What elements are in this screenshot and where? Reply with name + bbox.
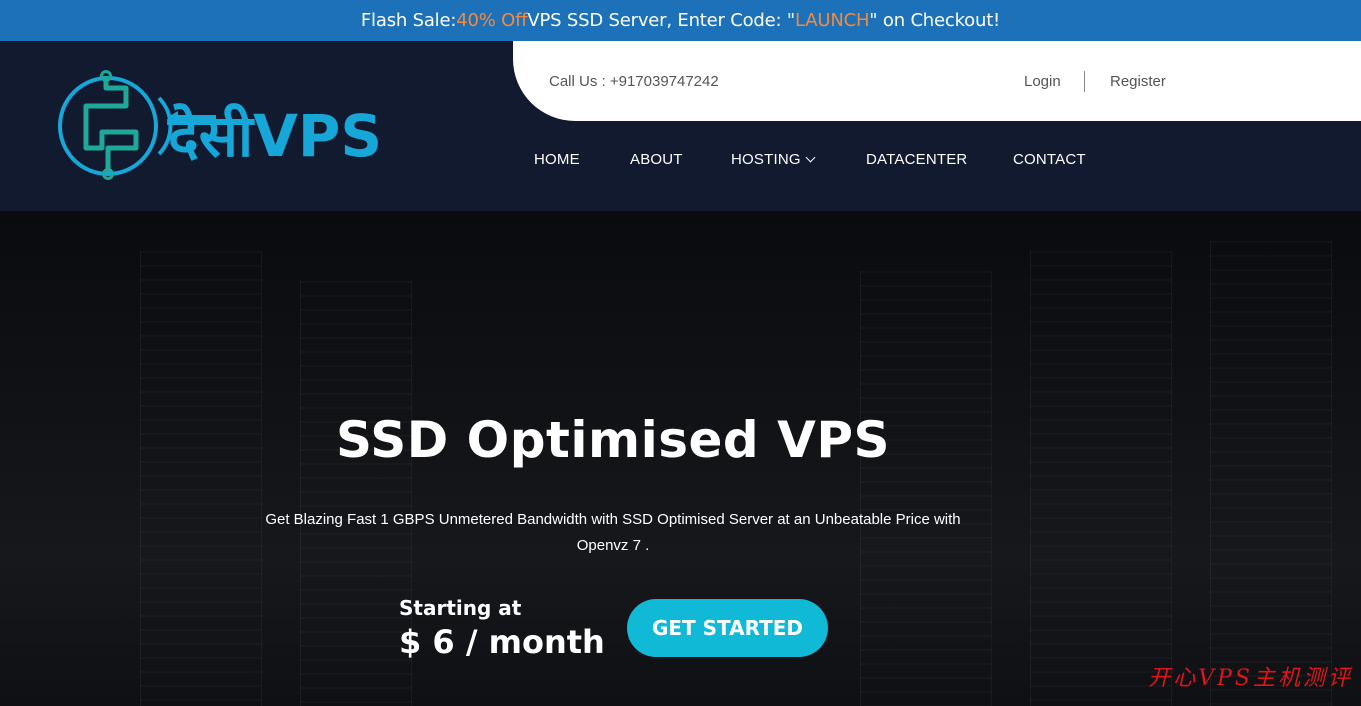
register-link[interactable]: Register xyxy=(1110,73,1166,90)
flash-code: LAUNCH xyxy=(794,10,870,31)
flash-suffix: " on Checkout! xyxy=(869,10,1001,31)
server-rack-bg xyxy=(860,271,992,706)
site-logo[interactable]: देसीVPS xyxy=(56,70,388,187)
topbar-divider xyxy=(1084,71,1085,92)
hero-subtitle: Get Blazing Fast 1 GBPS Unmetered Bandwi… xyxy=(265,511,961,554)
nav-home[interactable]: HOME xyxy=(534,151,580,168)
hero-section: SSD Optimised VPS Get Blazing Fast 1 GBP… xyxy=(0,211,1361,706)
logo-icon: देसीVPS xyxy=(58,70,382,180)
nav-contact[interactable]: CONTACT xyxy=(1013,151,1086,168)
site-header: Call Us : +917039747242 Login Register द… xyxy=(0,41,1361,211)
nav-hosting-label: HOSTING xyxy=(731,151,801,168)
chevron-down-icon xyxy=(805,152,816,163)
flash-discount: 40% Off xyxy=(456,10,528,31)
flash-middle: VPS SSD Server, Enter Code: " xyxy=(527,10,795,31)
flash-prefix: Flash Sale: xyxy=(360,10,457,31)
hero-title: SSD Optimised VPS xyxy=(336,411,890,469)
get-started-button[interactable]: GET STARTED xyxy=(627,599,828,657)
starting-at-label: Starting at xyxy=(399,596,522,620)
nav-hosting[interactable]: HOSTING xyxy=(731,151,816,168)
login-link[interactable]: Login xyxy=(1024,73,1061,90)
call-us: Call Us : +917039747242 xyxy=(549,73,719,90)
flash-sale-banner: Flash Sale: 40% Off VPS SSD Server, Ente… xyxy=(0,0,1361,41)
price: $ 6 / month xyxy=(399,623,605,661)
server-rack-bg xyxy=(300,281,412,706)
server-rack-bg xyxy=(1030,251,1172,706)
nav-about[interactable]: ABOUT xyxy=(630,151,683,168)
logo-text: देसीVPS xyxy=(167,102,382,170)
watermark: 开心VPS主机测评 xyxy=(1148,666,1353,691)
nav-datacenter[interactable]: DATACENTER xyxy=(866,151,967,168)
server-rack-bg xyxy=(1210,241,1332,706)
server-rack-bg xyxy=(140,251,262,706)
